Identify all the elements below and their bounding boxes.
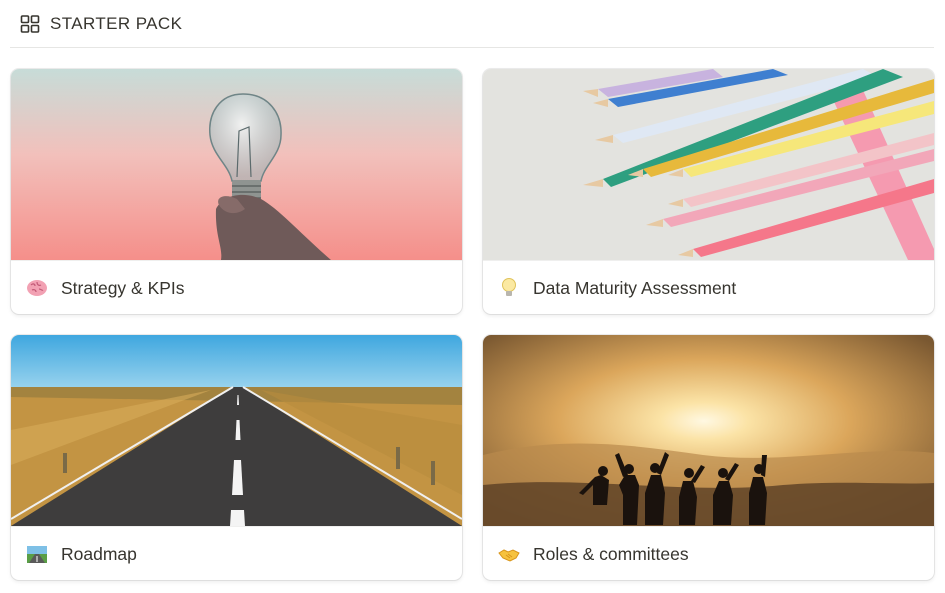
gallery-card-roadmap[interactable]: Roadmap	[11, 335, 462, 580]
card-cover-image	[11, 69, 462, 260]
gallery-header: STARTER PACK	[10, 0, 934, 48]
lightbulb-icon	[497, 276, 521, 300]
motorway-icon	[25, 542, 49, 566]
gallery-title: STARTER PACK	[50, 13, 183, 33]
card-footer: Roles & committees	[483, 526, 934, 580]
gallery-grid-icon	[20, 14, 40, 33]
card-title: Roles & committees	[533, 543, 689, 564]
handshake-icon	[497, 542, 521, 566]
card-title: Data Maturity Assessment	[533, 277, 737, 298]
card-title: Strategy & KPIs	[61, 277, 185, 298]
card-footer: Strategy & KPIs	[11, 260, 462, 314]
brain-icon	[25, 276, 49, 300]
card-cover-image	[483, 335, 934, 526]
gallery-card-data-maturity-assessment[interactable]: Data Maturity Assessment	[483, 69, 934, 314]
card-footer: Roadmap	[11, 526, 462, 580]
card-cover-image	[11, 335, 462, 526]
card-footer: Data Maturity Assessment	[483, 260, 934, 314]
gallery-card-strategy-kpis[interactable]: Strategy & KPIs	[11, 69, 462, 314]
card-title: Roadmap	[61, 543, 137, 564]
gallery-card-roles-committees[interactable]: Roles & committees	[483, 335, 934, 580]
card-cover-image	[483, 69, 934, 260]
